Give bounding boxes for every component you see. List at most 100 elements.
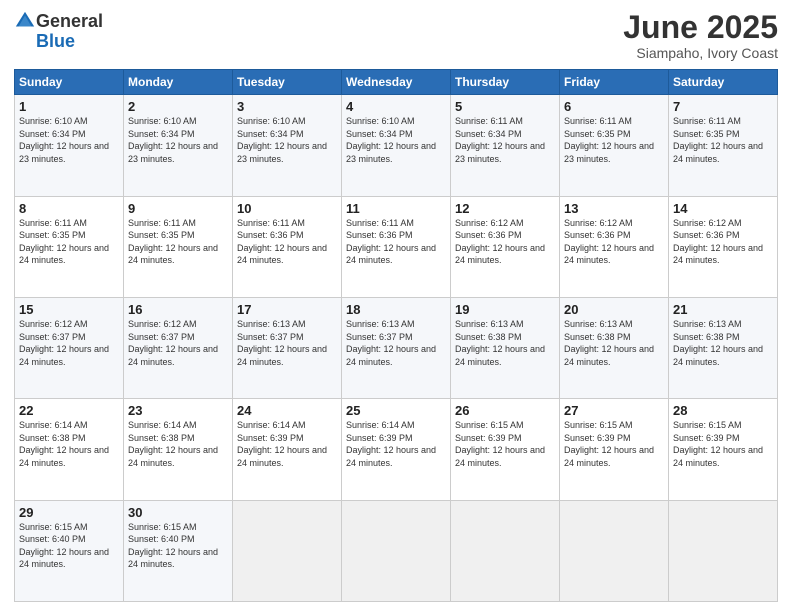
calendar-cell: 29 Sunrise: 6:15 AM Sunset: 6:40 PM Dayl… [15, 500, 124, 601]
sunrise-label: Sunrise: 6:14 AM [19, 420, 88, 430]
day-number: 22 [19, 403, 119, 418]
day-number: 12 [455, 201, 555, 216]
sunset-label: Sunset: 6:35 PM [673, 129, 740, 139]
daylight-label: Daylight: 12 hours and 24 minutes. [673, 344, 763, 367]
sunset-label: Sunset: 6:34 PM [19, 129, 86, 139]
daylight-label: Daylight: 12 hours and 24 minutes. [564, 243, 654, 266]
day-info: Sunrise: 6:14 AM Sunset: 6:38 PM Dayligh… [19, 419, 119, 469]
sunset-label: Sunset: 6:37 PM [237, 332, 304, 342]
sunrise-label: Sunrise: 6:11 AM [237, 218, 305, 228]
calendar-cell: 17 Sunrise: 6:13 AM Sunset: 6:37 PM Dayl… [233, 297, 342, 398]
day-info: Sunrise: 6:11 AM Sunset: 6:36 PM Dayligh… [346, 217, 446, 267]
day-info: Sunrise: 6:12 AM Sunset: 6:36 PM Dayligh… [673, 217, 773, 267]
sunset-label: Sunset: 6:36 PM [673, 230, 740, 240]
calendar-cell: 11 Sunrise: 6:11 AM Sunset: 6:36 PM Dayl… [342, 196, 451, 297]
logo: General Blue [14, 10, 103, 50]
day-number: 1 [19, 99, 119, 114]
sunrise-label: Sunrise: 6:14 AM [128, 420, 197, 430]
day-number: 17 [237, 302, 337, 317]
sunrise-label: Sunrise: 6:11 AM [128, 218, 196, 228]
sunset-label: Sunset: 6:39 PM [237, 433, 304, 443]
calendar-cell: 9 Sunrise: 6:11 AM Sunset: 6:35 PM Dayli… [124, 196, 233, 297]
day-info: Sunrise: 6:11 AM Sunset: 6:35 PM Dayligh… [128, 217, 228, 267]
calendar-cell: 16 Sunrise: 6:12 AM Sunset: 6:37 PM Dayl… [124, 297, 233, 398]
day-number: 6 [564, 99, 664, 114]
sunrise-label: Sunrise: 6:12 AM [455, 218, 524, 228]
day-number: 11 [346, 201, 446, 216]
day-number: 8 [19, 201, 119, 216]
col-sunday: Sunday [15, 70, 124, 95]
sunrise-label: Sunrise: 6:15 AM [19, 522, 88, 532]
day-info: Sunrise: 6:12 AM Sunset: 6:36 PM Dayligh… [564, 217, 664, 267]
day-info: Sunrise: 6:10 AM Sunset: 6:34 PM Dayligh… [346, 115, 446, 165]
calendar-table: Sunday Monday Tuesday Wednesday Thursday… [14, 69, 778, 602]
daylight-label: Daylight: 12 hours and 24 minutes. [564, 445, 654, 468]
day-info: Sunrise: 6:11 AM Sunset: 6:35 PM Dayligh… [19, 217, 119, 267]
sunrise-label: Sunrise: 6:15 AM [128, 522, 197, 532]
daylight-label: Daylight: 12 hours and 24 minutes. [346, 344, 436, 367]
col-wednesday: Wednesday [342, 70, 451, 95]
day-number: 15 [19, 302, 119, 317]
day-info: Sunrise: 6:14 AM Sunset: 6:39 PM Dayligh… [346, 419, 446, 469]
sunset-label: Sunset: 6:38 PM [19, 433, 86, 443]
sunset-label: Sunset: 6:37 PM [128, 332, 195, 342]
col-friday: Friday [560, 70, 669, 95]
day-info: Sunrise: 6:15 AM Sunset: 6:40 PM Dayligh… [19, 521, 119, 571]
logo-blue: Blue [14, 32, 103, 50]
day-info: Sunrise: 6:13 AM Sunset: 6:38 PM Dayligh… [455, 318, 555, 368]
calendar-cell: 23 Sunrise: 6:14 AM Sunset: 6:38 PM Dayl… [124, 399, 233, 500]
daylight-label: Daylight: 12 hours and 24 minutes. [564, 344, 654, 367]
daylight-label: Daylight: 12 hours and 23 minutes. [455, 141, 545, 164]
calendar-cell: 21 Sunrise: 6:13 AM Sunset: 6:38 PM Dayl… [669, 297, 778, 398]
day-number: 24 [237, 403, 337, 418]
day-info: Sunrise: 6:11 AM Sunset: 6:35 PM Dayligh… [673, 115, 773, 165]
day-number: 13 [564, 201, 664, 216]
sunrise-label: Sunrise: 6:14 AM [237, 420, 306, 430]
calendar-cell: 3 Sunrise: 6:10 AM Sunset: 6:34 PM Dayli… [233, 95, 342, 196]
day-info: Sunrise: 6:13 AM Sunset: 6:38 PM Dayligh… [673, 318, 773, 368]
day-number: 14 [673, 201, 773, 216]
sunset-label: Sunset: 6:34 PM [455, 129, 522, 139]
day-info: Sunrise: 6:15 AM Sunset: 6:39 PM Dayligh… [673, 419, 773, 469]
daylight-label: Daylight: 12 hours and 24 minutes. [455, 344, 545, 367]
calendar-cell: 22 Sunrise: 6:14 AM Sunset: 6:38 PM Dayl… [15, 399, 124, 500]
day-number: 21 [673, 302, 773, 317]
day-number: 5 [455, 99, 555, 114]
sunset-label: Sunset: 6:37 PM [19, 332, 86, 342]
sunrise-label: Sunrise: 6:12 AM [673, 218, 742, 228]
sunrise-label: Sunrise: 6:11 AM [564, 116, 632, 126]
sunrise-label: Sunrise: 6:13 AM [346, 319, 415, 329]
daylight-label: Daylight: 12 hours and 24 minutes. [673, 243, 763, 266]
daylight-label: Daylight: 12 hours and 23 minutes. [346, 141, 436, 164]
title-block: June 2025 Siampaho, Ivory Coast [623, 10, 778, 61]
calendar-cell [233, 500, 342, 601]
day-number: 20 [564, 302, 664, 317]
sunrise-label: Sunrise: 6:10 AM [19, 116, 88, 126]
daylight-label: Daylight: 12 hours and 24 minutes. [128, 344, 218, 367]
daylight-label: Daylight: 12 hours and 23 minutes. [19, 141, 109, 164]
daylight-label: Daylight: 12 hours and 24 minutes. [19, 445, 109, 468]
sunrise-label: Sunrise: 6:15 AM [564, 420, 633, 430]
calendar-cell: 27 Sunrise: 6:15 AM Sunset: 6:39 PM Dayl… [560, 399, 669, 500]
sunrise-label: Sunrise: 6:11 AM [346, 218, 414, 228]
calendar-cell: 28 Sunrise: 6:15 AM Sunset: 6:39 PM Dayl… [669, 399, 778, 500]
sunrise-label: Sunrise: 6:10 AM [128, 116, 197, 126]
day-number: 18 [346, 302, 446, 317]
calendar-cell [560, 500, 669, 601]
day-info: Sunrise: 6:12 AM Sunset: 6:37 PM Dayligh… [128, 318, 228, 368]
sunrise-label: Sunrise: 6:13 AM [673, 319, 742, 329]
day-number: 2 [128, 99, 228, 114]
day-info: Sunrise: 6:14 AM Sunset: 6:38 PM Dayligh… [128, 419, 228, 469]
sunrise-label: Sunrise: 6:13 AM [455, 319, 524, 329]
col-saturday: Saturday [669, 70, 778, 95]
calendar-cell: 10 Sunrise: 6:11 AM Sunset: 6:36 PM Dayl… [233, 196, 342, 297]
calendar-cell: 5 Sunrise: 6:11 AM Sunset: 6:34 PM Dayli… [451, 95, 560, 196]
calendar-cell: 8 Sunrise: 6:11 AM Sunset: 6:35 PM Dayli… [15, 196, 124, 297]
sunset-label: Sunset: 6:36 PM [237, 230, 304, 240]
sunset-label: Sunset: 6:38 PM [128, 433, 195, 443]
day-info: Sunrise: 6:13 AM Sunset: 6:37 PM Dayligh… [346, 318, 446, 368]
day-info: Sunrise: 6:14 AM Sunset: 6:39 PM Dayligh… [237, 419, 337, 469]
logo-general: General [36, 12, 103, 30]
header: General Blue June 2025 Siampaho, Ivory C… [14, 10, 778, 61]
calendar-week-row: 8 Sunrise: 6:11 AM Sunset: 6:35 PM Dayli… [15, 196, 778, 297]
